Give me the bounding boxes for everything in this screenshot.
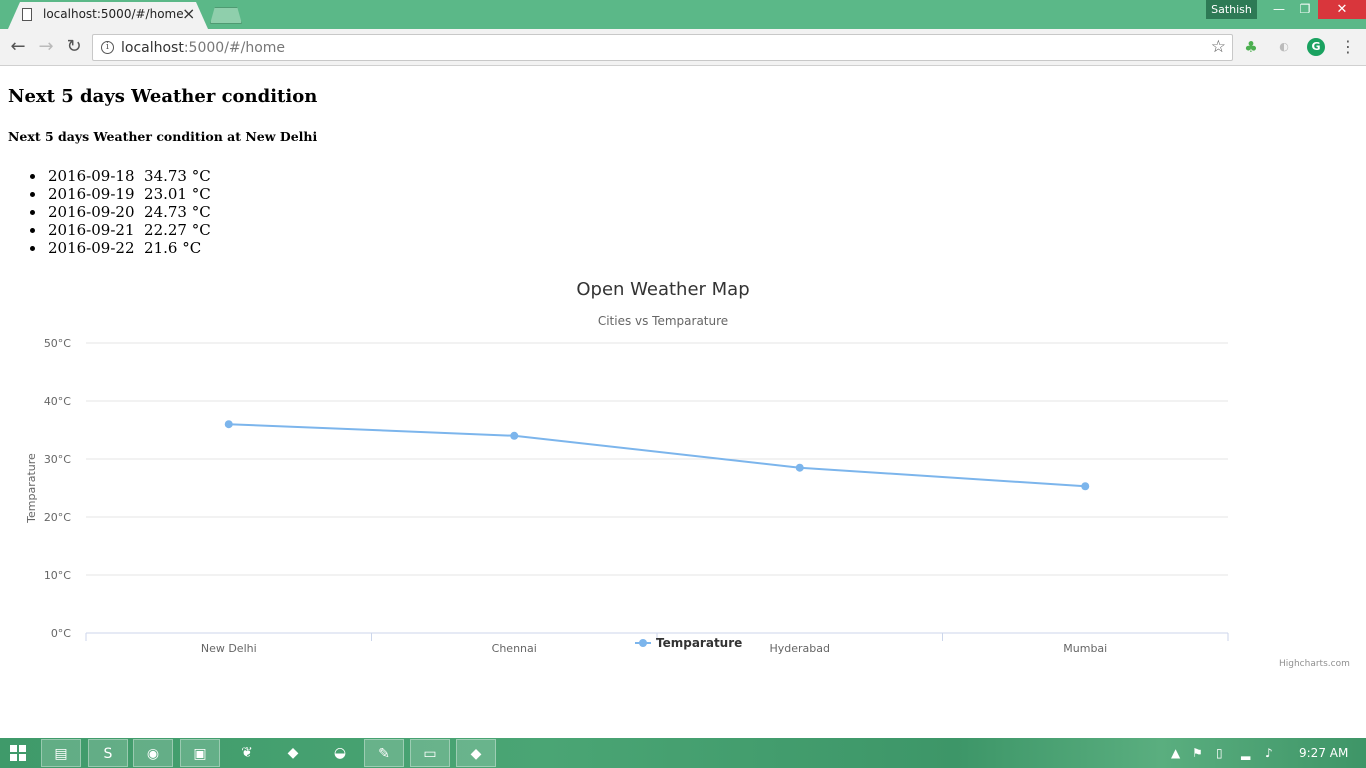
y-tick-label: 10°C xyxy=(44,569,71,582)
url-text[interactable]: localhost:5000/#/home xyxy=(121,40,285,56)
forecast-temp: 22.27 °C xyxy=(144,221,211,239)
browser-menu-icon[interactable]: ⋮ xyxy=(1340,37,1356,56)
star-icon[interactable]: ☆ xyxy=(1211,37,1226,57)
page-content: Next 5 days Weather condition Next 5 day… xyxy=(0,67,1366,737)
y-tick-label: 30°C xyxy=(44,453,71,466)
y-tick-label: 20°C xyxy=(44,511,71,524)
tab-close-icon[interactable]: × xyxy=(182,4,195,23)
forecast-item: 2016-09-19 23.01 °C xyxy=(28,185,211,203)
chart-legend[interactable]: Temparature xyxy=(635,636,742,650)
forecast-item: 2016-09-20 24.73 °C xyxy=(28,203,211,221)
grammarly-icon[interactable]: G xyxy=(1307,38,1325,56)
windows-start-icon[interactable] xyxy=(10,745,26,761)
chart-credits[interactable]: Highcharts.com xyxy=(1279,659,1350,669)
forecast-item: 2016-09-22 21.6 °C xyxy=(28,239,211,257)
chart-title: Open Weather Map xyxy=(576,279,749,300)
y-axis-title: Temparature xyxy=(25,453,38,524)
x-tick-label: New Delhi xyxy=(201,642,257,655)
back-arrow-icon[interactable]: ← xyxy=(8,37,28,57)
tray-device-icon[interactable]: ▯ xyxy=(1216,746,1223,760)
network-icon[interactable]: ▂ xyxy=(1241,746,1250,760)
restore-button[interactable]: ❐ xyxy=(1292,0,1318,19)
browser-titlebar: localhost:5000/#/home × Sathish — ❐ ✕ xyxy=(0,0,1366,29)
forecast-list: 2016-09-18 34.73 °C 2016-09-19 23.01 °C 20… xyxy=(28,167,211,257)
tab-title: localhost:5000/#/home xyxy=(43,7,184,21)
tray-chevron-icon[interactable]: ▲ xyxy=(1171,746,1180,760)
address-bar[interactable]: i localhost:5000/#/home ☆ xyxy=(92,34,1233,61)
extension-leaf-icon[interactable]: ♣ xyxy=(1242,38,1260,56)
extension-circle-icon[interactable]: ◐ xyxy=(1275,38,1293,56)
skype-icon[interactable]: S xyxy=(88,739,128,767)
data-point xyxy=(224,420,233,429)
forecast-item: 2016-09-18 34.73 °C xyxy=(28,167,211,185)
profile-button[interactable]: Sathish xyxy=(1206,0,1257,19)
notepad-icon[interactable]: ✎ xyxy=(364,739,404,767)
forecast-date: 2016-09-19 xyxy=(48,185,135,203)
info-icon[interactable]: i xyxy=(101,41,114,54)
y-tick-label: 50°C xyxy=(44,337,71,350)
page-subtitle: Next 5 days Weather condition at New Del… xyxy=(8,129,318,144)
new-tab-button[interactable] xyxy=(210,7,242,24)
spring-tool-icon[interactable]: ❦ xyxy=(227,739,267,767)
chart-series xyxy=(224,420,1090,491)
chart-subtitle: Cities vs Temparature xyxy=(598,314,728,328)
browser-toolbar: ← → ↻ i localhost:5000/#/home ☆ ♣ ◐ G ⋮ xyxy=(0,29,1366,66)
x-tick-label: Chennai xyxy=(492,642,537,655)
forecast-date: 2016-09-20 xyxy=(48,203,135,221)
data-point xyxy=(795,463,804,472)
close-window-button[interactable]: ✕ xyxy=(1318,0,1366,19)
forward-arrow-icon[interactable]: → xyxy=(36,37,56,57)
taskbar: ▤ S ◉ ▣ ❦ ◆ ◒ ✎ ▭ ◆ ▲ ⚑ ▯ ▂ ♪ 9:27 AM xyxy=(0,738,1366,768)
tray-flag-icon[interactable]: ⚑ xyxy=(1192,746,1203,760)
forecast-item: 2016-09-21 22.27 °C xyxy=(28,221,211,239)
minimize-button[interactable]: — xyxy=(1266,0,1292,19)
forecast-date: 2016-09-21 xyxy=(48,221,135,239)
forecast-temp: 23.01 °C xyxy=(144,185,211,203)
git-icon[interactable]: ◆ xyxy=(273,739,313,767)
y-tick-label: 40°C xyxy=(44,395,71,408)
taskbar-clock[interactable]: 9:27 AM xyxy=(1299,746,1348,760)
url-host: localhost xyxy=(121,40,184,56)
x-tick-label: Hyderabad xyxy=(770,642,831,655)
data-point xyxy=(1081,482,1090,491)
weather-chart: Open Weather Map Cities vs Temparature T… xyxy=(25,279,1229,655)
git-gui-icon[interactable]: ◆ xyxy=(456,739,496,767)
forecast-date: 2016-09-22 xyxy=(48,239,135,257)
forecast-temp: 34.73 °C xyxy=(144,167,211,185)
legend-label: Temparature xyxy=(656,636,742,650)
series-line xyxy=(228,423,1086,488)
y-axis-labels: 0°C 10°C 20°C 30°C 40°C 50°C xyxy=(44,337,71,640)
app-window-icon[interactable]: ▣ xyxy=(180,739,220,767)
y-tick-label: 0°C xyxy=(51,627,71,640)
eclipse-icon[interactable]: ◒ xyxy=(320,739,360,767)
x-tick-label: Mumbai xyxy=(1063,642,1107,655)
forecast-temp: 21.6 °C xyxy=(144,239,202,257)
page-title: Next 5 days Weather condition xyxy=(8,86,318,107)
reload-icon[interactable]: ↻ xyxy=(64,37,84,57)
url-path: :5000/#/home xyxy=(183,40,286,56)
command-prompt-icon[interactable]: ▭ xyxy=(410,739,450,767)
chart-grid xyxy=(86,342,1228,576)
x-axis-labels: New Delhi Chennai Hyderabad Mumbai xyxy=(201,642,1107,655)
forecast-date: 2016-09-18 xyxy=(48,167,135,185)
file-explorer-icon[interactable]: ▤ xyxy=(41,739,81,767)
forecast-temp: 24.73 °C xyxy=(144,203,211,221)
data-point xyxy=(510,431,519,440)
legend-marker xyxy=(639,639,647,647)
volume-icon[interactable]: ♪ xyxy=(1265,746,1273,760)
chrome-icon[interactable]: ◉ xyxy=(133,739,173,767)
page-icon xyxy=(22,8,32,21)
